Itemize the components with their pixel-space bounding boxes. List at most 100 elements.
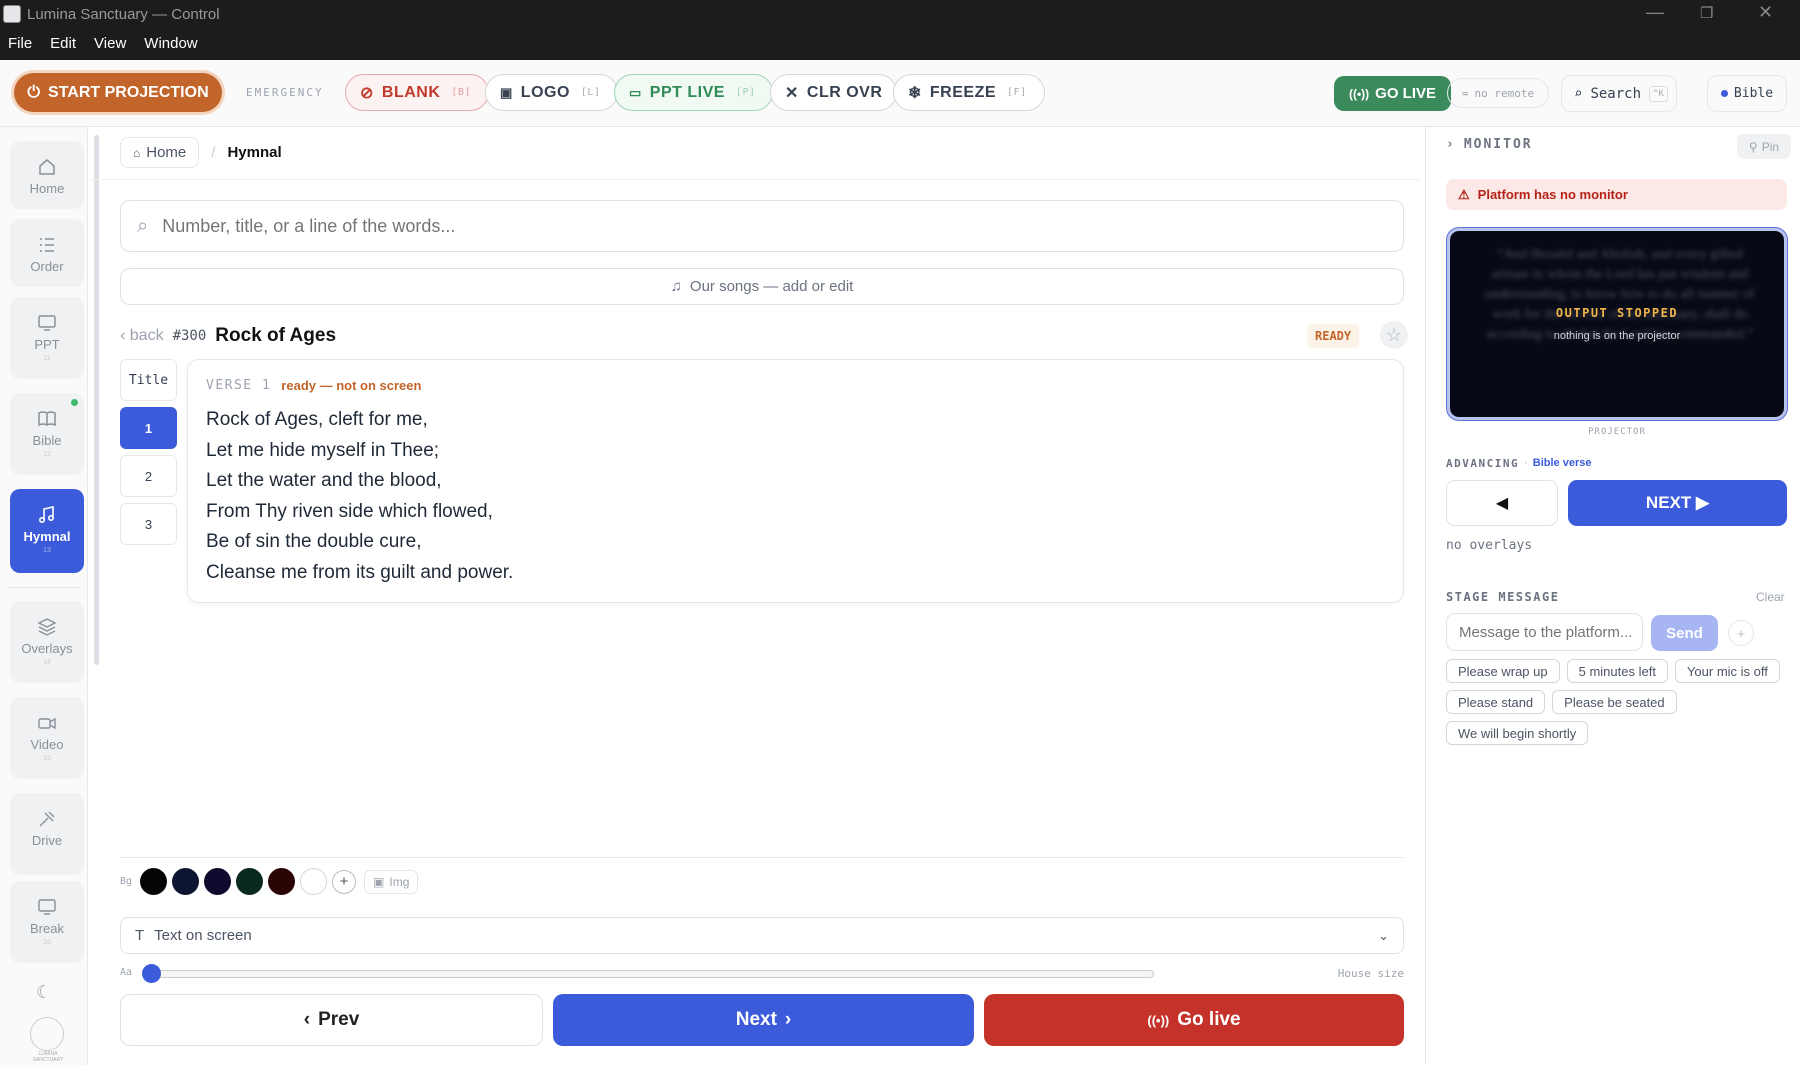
bg-swatch[interactable] [236, 868, 264, 895]
lyric-line: Let the water and the blood, [206, 470, 442, 491]
stage-add-button[interactable]: + [1728, 620, 1754, 646]
bg-image-button[interactable]: ▣ Img [364, 869, 419, 894]
sidebar-item-drive[interactable]: Drive [10, 793, 84, 875]
sidebar-item-video[interactable]: Video 15 [10, 697, 84, 779]
preset-chip[interactable]: Please stand [1446, 690, 1546, 714]
bg-swatch[interactable] [300, 868, 328, 895]
song-search[interactable]: ⌕ [120, 200, 1404, 252]
our-songs-button[interactable]: ♫ Our songs — add or edit [120, 268, 1404, 305]
screen-icon [38, 899, 56, 915]
emergency-label: EMERGENCY [246, 86, 324, 99]
sidebar-item-bible[interactable]: Bible 12 [10, 393, 84, 475]
wifi-icon: ≈ [1461, 86, 1469, 100]
clear-overlay-button[interactable]: ✕ CLR OVR [770, 74, 898, 111]
video-icon [38, 717, 56, 730]
ppt-live-button[interactable]: ▭ PPT LIVE [P] [614, 74, 774, 111]
preset-chip[interactable]: We will begin shortly [1446, 721, 1589, 745]
song-title: Rock of Ages [215, 325, 337, 346]
menu-edit[interactable]: Edit [50, 35, 76, 52]
image-icon: ▣ [500, 84, 513, 100]
chevron-right-icon: › [1446, 137, 1456, 152]
verse-card[interactable]: VERSE 1 ready — not on screen Rock of Ag… [187, 359, 1404, 603]
monitor-next-button[interactable]: NEXT ▶ [1568, 480, 1787, 526]
status-badge: READY [1307, 324, 1360, 348]
divider [120, 857, 1404, 858]
close-button[interactable]: ✕ [1758, 2, 1773, 23]
verse-nav-title[interactable]: Title [120, 359, 177, 401]
home-icon: ⌂ [133, 145, 141, 160]
verse-nav-3[interactable]: 3 [120, 503, 177, 545]
freeze-button[interactable]: ❄ FREEZE [F] [893, 74, 1045, 111]
monitor-icon: ▭ [629, 84, 642, 100]
go-live-button[interactable]: ((•)) GO LIVE [1334, 76, 1451, 111]
drive-icon [39, 811, 55, 827]
active-dot [71, 399, 78, 406]
breadcrumb-home[interactable]: ⌂ Home [120, 137, 200, 168]
back-button[interactable]: ‹ back [120, 327, 164, 345]
go-live-main-button[interactable]: ((•)) Go live [984, 994, 1404, 1046]
menu-window[interactable]: Window [144, 35, 197, 52]
sidebar-scrollbar[interactable] [94, 135, 99, 665]
pin-icon: ⚲ [1748, 139, 1758, 154]
size-slider-thumb[interactable] [142, 964, 161, 983]
text-on-screen-select[interactable]: T Text on screen ⌄ [120, 917, 1404, 954]
bible-button[interactable]: Bible [1707, 75, 1787, 112]
song-search-input[interactable] [162, 215, 1343, 237]
breadcrumb-current: Hymnal [227, 144, 282, 161]
sidebar-item-ppt[interactable]: PPT 11 [10, 297, 84, 379]
sidebar-item-hymnal[interactable]: Hymnal 13 [10, 489, 84, 573]
preset-chip[interactable]: Your mic is off [1674, 659, 1780, 683]
add-color-button[interactable]: + [332, 869, 357, 894]
projector-preview[interactable]: “And Bezalel and Aholiab, and every gift… [1447, 228, 1787, 420]
book-icon [38, 411, 56, 427]
bg-swatch[interactable] [204, 868, 232, 895]
sidebar-item-order[interactable]: Order [10, 219, 84, 287]
preset-chip[interactable]: Please be seated [1552, 690, 1677, 714]
stage-send-button[interactable]: Send [1651, 615, 1718, 651]
chevron-down-icon: ⌄ [1378, 927, 1389, 943]
theme-toggle[interactable]: ☾ [36, 982, 52, 1003]
menu-bar: File Edit View Window [8, 35, 198, 52]
monitor-heading[interactable]: › MONITOR [1446, 137, 1533, 152]
broadcast-icon: ((•)) [1147, 1012, 1170, 1028]
bg-swatch[interactable] [268, 868, 296, 895]
pin-button[interactable]: ⚲ Pin [1737, 134, 1791, 159]
search-icon: ⌕ [1574, 85, 1583, 102]
stage-clear-button[interactable]: Clear [1756, 590, 1785, 604]
chevron-left-icon: ‹ [303, 1009, 311, 1030]
verse-nav-2[interactable]: 2 [120, 455, 177, 497]
preset-chip[interactable]: 5 minutes left [1566, 659, 1668, 683]
sidebar-item-overlays[interactable]: Overlays 14 [10, 601, 84, 683]
minimize-button[interactable]: — [1646, 2, 1664, 23]
verse-nav-1[interactable]: 1 [120, 407, 177, 449]
prev-button[interactable]: ‹ Prev [120, 994, 543, 1046]
next-button[interactable]: Next › [553, 994, 974, 1046]
maximize-button[interactable]: ❐ [1700, 4, 1713, 22]
app-icon [3, 5, 21, 23]
lyric-line: Be of sin the double cure, [206, 531, 422, 552]
stage-message-input[interactable] [1446, 613, 1643, 651]
start-projection-button[interactable]: ⏻ START PROJECTION [14, 73, 222, 112]
search-button[interactable]: ⌕ Search ^K [1561, 75, 1677, 112]
preset-chip[interactable]: Please wrap up [1446, 659, 1560, 683]
monitor-prev-button[interactable]: ◀ [1446, 480, 1558, 526]
monitor-icon [38, 315, 56, 331]
menu-view[interactable]: View [94, 35, 126, 52]
music-note-icon: ♫ [670, 278, 682, 295]
output-stopped-label: OUTPUT STOPPED [1555, 306, 1679, 320]
lyric-line: Rock of Ages, cleft for me, [206, 409, 428, 430]
logo [30, 1017, 64, 1051]
menu-file[interactable]: File [8, 35, 32, 52]
bg-swatch[interactable] [172, 868, 200, 895]
favorite-button[interactable]: ☆ [1380, 321, 1408, 349]
list-icon [40, 238, 54, 252]
size-slider-track[interactable] [150, 970, 1154, 978]
sidebar-item-break[interactable]: Break 16 [10, 881, 84, 963]
logo-text: LUMINA SANCTUARY [32, 1051, 64, 1063]
stage-message-heading: STAGE MESSAGE [1446, 590, 1560, 604]
sidebar-item-home[interactable]: Home [10, 141, 84, 209]
bg-swatch[interactable] [140, 868, 168, 895]
logo-button[interactable]: ▣ LOGO [L] [485, 74, 619, 111]
home-icon [39, 159, 55, 175]
blank-button[interactable]: ⊘ BLANK [B] [345, 74, 489, 111]
